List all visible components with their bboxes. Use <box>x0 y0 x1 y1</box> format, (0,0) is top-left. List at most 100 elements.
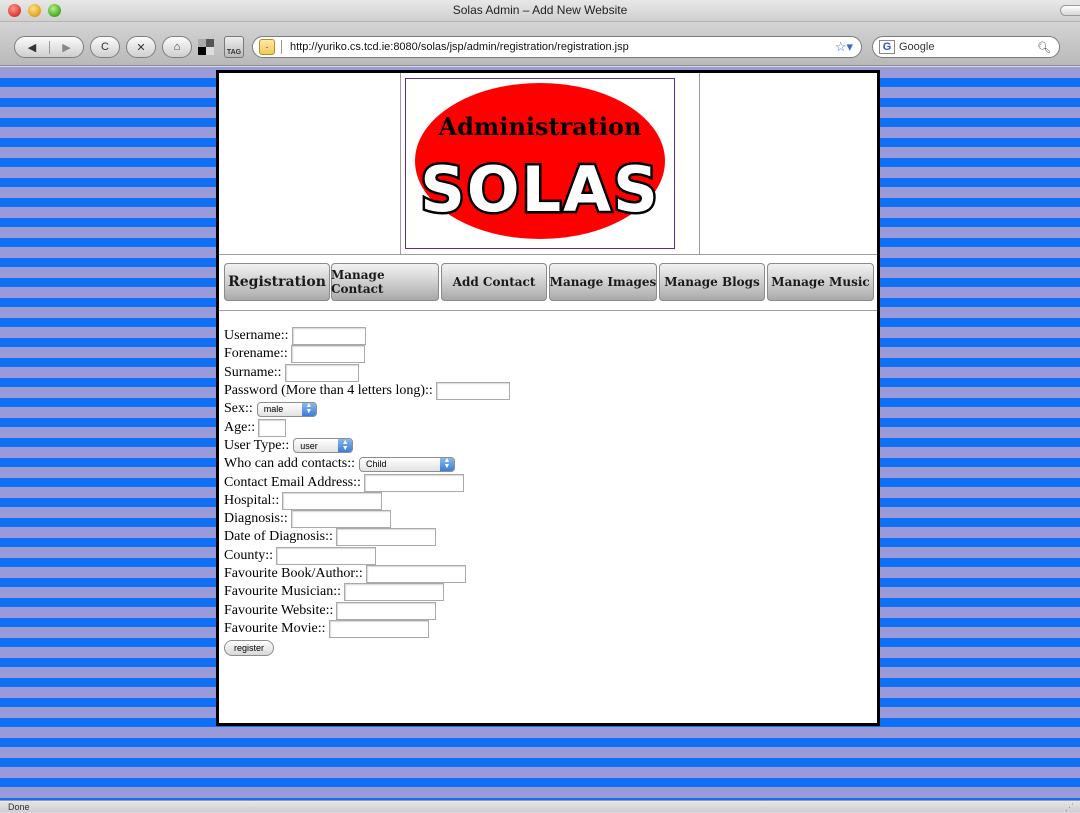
favourite-book-field[interactable] <box>365 565 466 583</box>
nav-manage-blogs[interactable]: Manage Blogs <box>659 263 765 301</box>
contact-email-field[interactable] <box>363 473 464 492</box>
search-icon[interactable]: 🔍︎ <box>1037 41 1051 54</box>
form-row: Favourite Book/Author:: <box>224 565 864 583</box>
back-forward-group: ◀ ▶ <box>14 36 84 58</box>
date-of-diagnosis-field[interactable] <box>335 528 436 547</box>
select-arrows-icon: ▲ ▼ <box>440 457 455 471</box>
hospital-field[interactable] <box>282 491 383 510</box>
url-text: http://yuriko.cs.tcd.ie:8080/solas/jsp/a… <box>290 41 629 53</box>
form-row: Date of Diagnosis:: <box>224 528 864 547</box>
tag-icon[interactable]: TAG <box>224 36 244 58</box>
header-right-cell <box>699 73 877 255</box>
solas-logo: Administration SOLAS <box>405 78 675 249</box>
who-can-add-select[interactable]: Child ▲ ▼ <box>359 456 456 472</box>
form-row: User Type:: user ▲ ▼ <box>224 437 864 455</box>
form-row: Who can add contacts:: Child ▲ ▼ <box>224 455 864 473</box>
hospital-label: Hospital:: <box>224 492 280 508</box>
user-type-label: User Type:: <box>224 437 290 453</box>
favourite-book-label: Favourite Book/Author:: <box>224 566 363 581</box>
window-title: Solas Admin – Add New Website <box>452 3 628 17</box>
diagnosis-field[interactable] <box>290 510 391 529</box>
who-can-add-select-value: Child <box>366 459 387 470</box>
reload-button[interactable]: C <box>90 36 120 58</box>
header-left-cell <box>219 73 401 255</box>
favourite-musician-label: Favourite Musician:: <box>224 584 342 600</box>
form-row: Diagnosis:: <box>224 510 864 529</box>
window-titlebar: Solas Admin – Add New Website <box>0 0 1080 22</box>
form-row: Username:: <box>224 327 864 346</box>
nav-manage-music[interactable]: Manage Music <box>767 263 874 301</box>
form-row: Surname:: <box>224 363 864 382</box>
favourite-movie-field[interactable] <box>328 619 429 638</box>
search-engine-label: Google <box>899 41 935 53</box>
user-type-select[interactable]: user ▲ ▼ <box>293 438 354 454</box>
form-row: Contact Email Address:: <box>224 473 864 492</box>
page-viewport: Administration SOLAS Registration Manage… <box>0 67 1080 800</box>
registration-form: Username:: Forename:: Surname:: Password… <box>224 327 864 657</box>
username-field[interactable] <box>291 327 366 346</box>
reload-icon: C <box>101 41 109 53</box>
favourite-movie-label: Favourite Movie:: <box>224 620 326 636</box>
sex-select-value: male <box>263 404 284 415</box>
who-can-add-label: Who can add contacts:: <box>224 456 356 472</box>
nav-manage-contact[interactable]: Manage Contact <box>331 263 439 301</box>
home-icon: ⌂ <box>173 41 181 53</box>
admin-nav: Registration Manage Contact Add Contact … <box>219 256 877 311</box>
date-of-diagnosis-label: Date of Diagnosis:: <box>224 529 333 545</box>
logo-top-text: Administration <box>438 112 642 141</box>
surname-label: Surname:: <box>224 364 282 380</box>
resize-grip-icon[interactable]: ⋰ <box>1065 801 1074 813</box>
forename-field[interactable] <box>290 345 365 364</box>
sex-select[interactable]: male ▲ ▼ <box>256 401 317 417</box>
back-button[interactable]: ◀ <box>15 41 49 54</box>
site-favicon-icon: · <box>259 39 275 55</box>
user-type-select-value: user <box>300 440 318 451</box>
password-label: Password (More than 4 letters long):: <box>224 383 433 399</box>
age-field[interactable] <box>258 418 287 437</box>
content-frame: Administration SOLAS Registration Manage… <box>216 70 880 726</box>
bookmark-star-icon[interactable]: ☆▾ <box>835 39 853 55</box>
toolbar-toggle-button[interactable] <box>1060 5 1080 16</box>
form-row: Favourite Website:: <box>224 601 864 620</box>
forward-button[interactable]: ▶ <box>48 40 83 54</box>
form-row: register <box>224 638 864 657</box>
home-button[interactable]: ⌂ <box>162 36 192 58</box>
form-row: Sex:: male ▲ ▼ <box>224 400 864 418</box>
search-bar[interactable]: G Google 🔍︎ <box>872 36 1060 58</box>
browser-toolbar: ◀ ▶ C ✕ ⌂ TAG · http://yuriko.cs.tcd.ie:… <box>0 22 1080 66</box>
form-row: County:: <box>224 546 864 565</box>
form-row: Forename:: <box>224 345 864 364</box>
stop-icon: ✕ <box>136 41 146 54</box>
form-row: Age:: <box>224 418 864 437</box>
form-row: Favourite Movie:: <box>224 619 864 638</box>
sex-label: Sex:: <box>224 401 253 417</box>
google-icon[interactable]: G <box>879 40 895 54</box>
header-row: Administration SOLAS <box>219 73 877 255</box>
age-label: Age:: <box>224 419 256 435</box>
select-arrows-icon: ▲ ▼ <box>338 439 353 453</box>
username-label: Username:: <box>224 328 289 344</box>
forename-label: Forename:: <box>224 346 288 362</box>
favourite-musician-field[interactable] <box>344 583 445 602</box>
form-row: Hospital:: <box>224 491 864 510</box>
logo-main-text: SOLAS <box>420 153 660 226</box>
password-field[interactable] <box>435 382 510 401</box>
surname-field[interactable] <box>284 363 359 382</box>
extension-icon[interactable] <box>196 37 216 57</box>
contact-email-label: Contact Email Address:: <box>224 474 361 490</box>
favourite-website-label: Favourite Website:: <box>224 602 334 618</box>
nav-add-contact[interactable]: Add Contact <box>441 263 547 301</box>
address-bar[interactable]: · http://yuriko.cs.tcd.ie:8080/solas/jsp… <box>252 36 862 58</box>
county-field[interactable] <box>276 546 377 565</box>
form-row: Password (More than 4 letters long):: <box>224 382 864 401</box>
stop-button[interactable]: ✕ <box>126 36 156 58</box>
nav-manage-images[interactable]: Manage Images <box>549 263 657 301</box>
nav-registration[interactable]: Registration <box>224 263 330 301</box>
select-arrows-icon: ▲ ▼ <box>301 402 316 416</box>
register-button[interactable]: register <box>224 640 274 657</box>
status-text: Done <box>8 802 30 812</box>
favourite-website-field[interactable] <box>336 601 437 620</box>
diagnosis-label: Diagnosis:: <box>224 511 288 527</box>
logo-graphic: Administration SOLAS <box>415 83 665 239</box>
status-bar: Done ⋰ <box>0 800 1080 812</box>
